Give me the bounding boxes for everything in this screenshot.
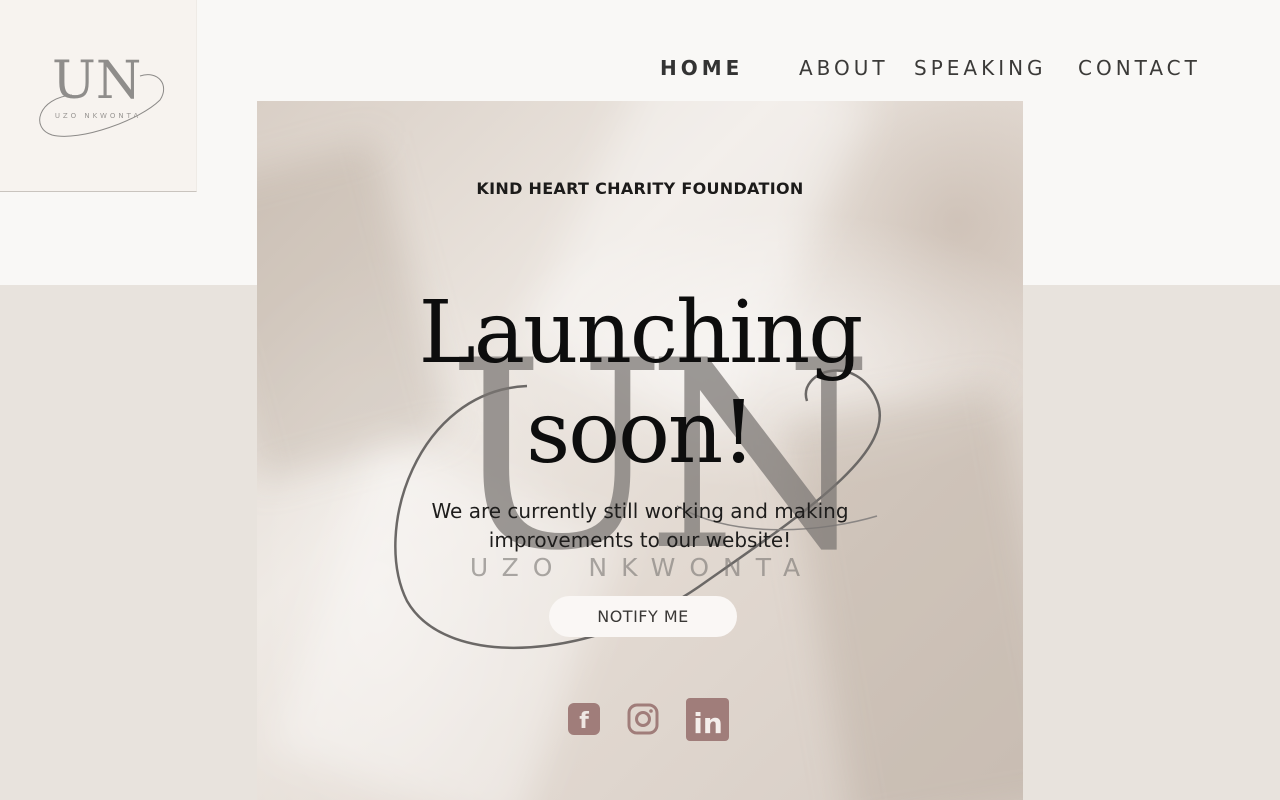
headline-line: Launching	[418, 283, 864, 383]
instagram-icon	[627, 703, 659, 735]
facebook-link[interactable]: f	[568, 703, 600, 735]
linkedin-icon: in	[686, 698, 729, 741]
svg-text:UZO NKWONTA: UZO NKWONTA	[55, 112, 141, 120]
main-nav: HOME ABOUT SPEAKING CONTACT	[0, 0, 1280, 100]
nav-contact[interactable]: CONTACT	[1078, 56, 1201, 80]
headline-line: soon!	[526, 383, 756, 483]
status-message-line: improvements to our website!	[488, 528, 792, 552]
svg-text:in: in	[693, 707, 723, 740]
nav-about[interactable]: ABOUT	[799, 56, 889, 80]
nav-speaking[interactable]: SPEAKING	[914, 56, 1047, 80]
hero-panel: UN UZO NKWONTA KIND HEART CHARITY FOUNDA…	[257, 101, 1023, 800]
status-message-line: We are currently still working and makin…	[431, 499, 849, 523]
linkedin-link[interactable]: in	[686, 698, 729, 741]
instagram-link[interactable]	[627, 703, 659, 735]
page-title: Launching soon!	[257, 283, 1023, 483]
notify-me-button[interactable]: NOTIFY ME	[549, 596, 737, 637]
nav-home[interactable]: HOME	[660, 56, 743, 80]
svg-text:f: f	[579, 709, 589, 734]
facebook-icon: f	[568, 703, 600, 735]
status-message: We are currently still working and makin…	[257, 497, 1023, 555]
organization-name: KIND HEART CHARITY FOUNDATION	[476, 179, 804, 198]
